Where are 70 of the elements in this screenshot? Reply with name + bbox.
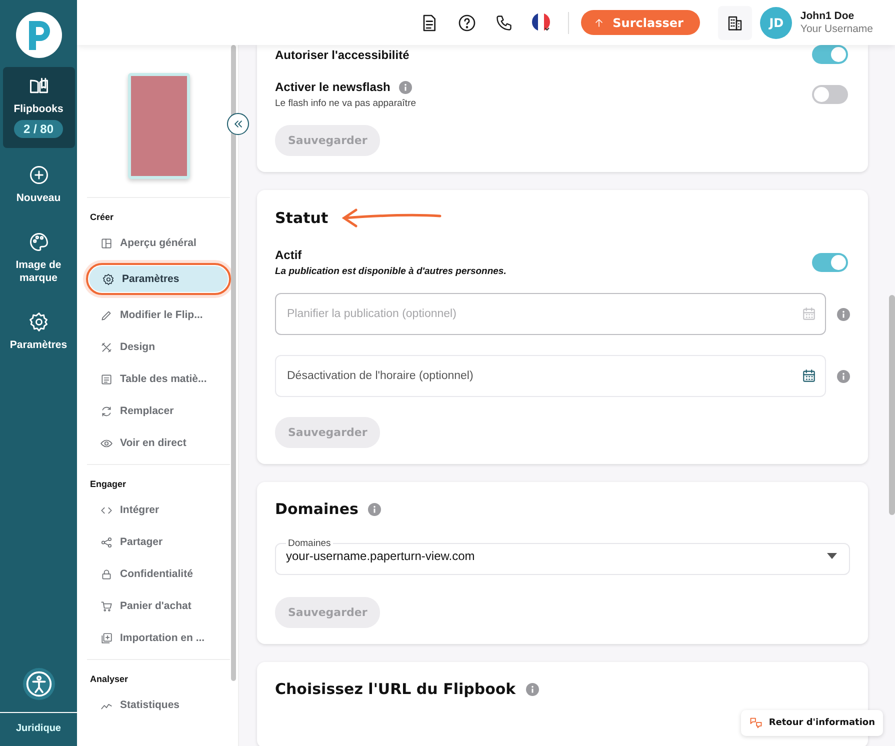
brand-logo[interactable] [16, 12, 62, 58]
sidebar-item[interactable]: Remplacer [87, 398, 230, 424]
setting-label: Autoriser l'accessibilité [275, 48, 410, 62]
help-icon[interactable] [456, 12, 477, 32]
flag-icon[interactable] [532, 12, 552, 32]
toggle-switch[interactable] [812, 45, 848, 64]
sidebar-item[interactable]: Aperçu général [87, 230, 230, 256]
feedback-button[interactable]: Retour d'information [740, 710, 883, 736]
tools-icon [100, 340, 113, 354]
pencil-icon [100, 308, 113, 322]
refresh-icon [100, 404, 113, 418]
sidebar-item[interactable]: Partager [87, 529, 230, 555]
toggle-switch[interactable] [812, 85, 848, 104]
import-icon [100, 632, 113, 644]
upgrade-button[interactable]: Surclasser [580, 10, 700, 35]
setting-label: Activer le newsflash [275, 80, 390, 94]
toggle-switch[interactable] [812, 253, 848, 272]
info-icon[interactable] [526, 682, 539, 696]
caret-icon [827, 553, 837, 559]
scrollbar[interactable] [889, 295, 895, 515]
sidebar-item[interactable]: Design [87, 334, 230, 360]
count-badge: 2 / 80 [14, 120, 63, 138]
domain-select[interactable]: Domaines your-username.paperturn-view.com [275, 538, 850, 575]
sidebar-item[interactable]: Panier d'achat [87, 593, 230, 619]
sidebar-item[interactable]: Statistiques [87, 692, 230, 718]
user-username: Your Username [800, 22, 873, 36]
setting-label: Actif [275, 248, 302, 262]
calendar-icon [801, 368, 817, 384]
section-title: Créer [90, 212, 115, 222]
sidebar-item[interactable]: Importation en ... [87, 625, 230, 651]
cart-icon [100, 600, 113, 612]
accessibility-button[interactable] [22, 668, 54, 700]
accessibility-icon [24, 670, 52, 698]
setting-hint: Le flash info ne va pas apparaître [275, 98, 416, 109]
card-title: Statut [275, 209, 328, 227]
info-icon[interactable] [837, 308, 850, 320]
section-title: Analyser [90, 674, 130, 684]
arrow-up-icon [592, 16, 605, 28]
info-icon[interactable] [399, 80, 412, 94]
sidebar-item[interactable]: Modifier le Flip... [87, 302, 230, 328]
info-icon[interactable] [368, 502, 382, 516]
card-title: Domaines [275, 500, 358, 518]
setting-hint: La publication est disponible à d'autres personnes. [275, 266, 506, 277]
info-icon[interactable] [837, 370, 850, 382]
calendar-icon [801, 306, 817, 322]
list-icon [100, 372, 113, 386]
scrollbar[interactable] [231, 45, 236, 681]
settings-icon [28, 311, 50, 333]
card-title: Choisissez l'URL du Flipbook [275, 680, 516, 698]
phone-icon[interactable] [494, 14, 513, 32]
section-title: Engager [90, 479, 128, 489]
share-icon [100, 536, 113, 548]
feedback-icon [748, 716, 763, 730]
sidebar-item[interactable]: Paramètres [89, 266, 228, 292]
sidebar-item[interactable]: Intégrer [87, 497, 230, 523]
sidebar-item[interactable]: Voir en direct [87, 430, 230, 456]
date-field[interactable]: Désactivation de l'horaire (optionnel) [275, 355, 826, 397]
rail-item[interactable]: Image de marque [2, 223, 74, 295]
rail-item[interactable]: Flipbooks 2 / 80 [2, 67, 74, 148]
plus-circle-icon [28, 164, 50, 186]
lock-icon [100, 568, 113, 580]
user-name: John1 Doe [800, 10, 856, 22]
rail-item[interactable]: Paramètres [2, 303, 74, 362]
rail-item[interactable]: Nouveau [2, 156, 74, 215]
sidebar-item[interactable]: Table des matiè... [87, 366, 230, 392]
palette-icon [28, 231, 50, 253]
building-icon[interactable] [726, 14, 744, 32]
layout-icon [100, 236, 113, 250]
sidebar-item[interactable]: Confidentialité [87, 561, 230, 587]
settings-icon [102, 272, 115, 286]
